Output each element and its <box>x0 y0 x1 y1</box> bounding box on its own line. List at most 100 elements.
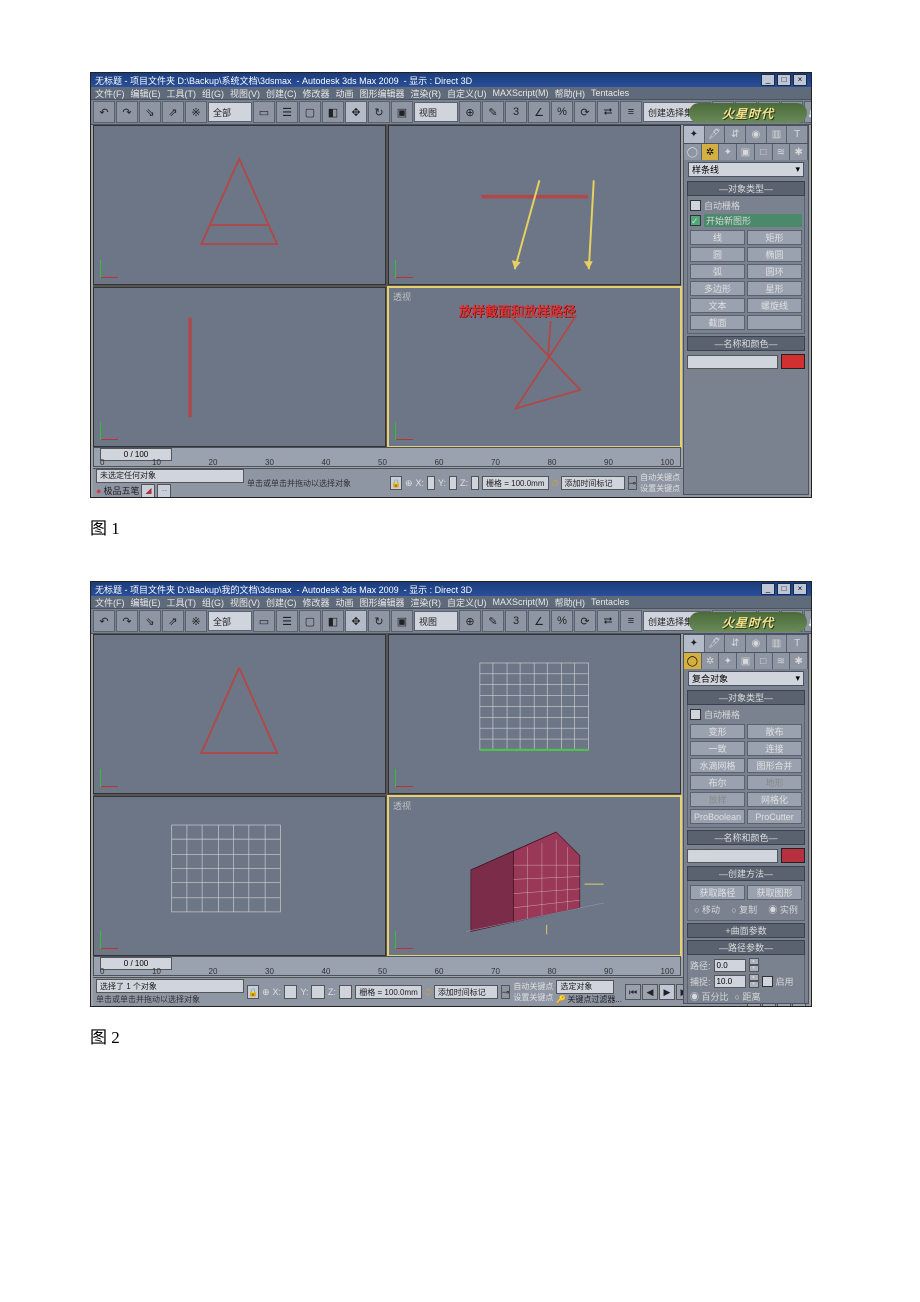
angle-snap-icon[interactable]: ∠ <box>528 610 550 632</box>
text-button[interactable]: 文本 <box>690 298 745 313</box>
maximize-button[interactable]: □ <box>777 74 791 86</box>
lights-icon[interactable]: ✦ <box>719 653 737 669</box>
get-path-button[interactable]: 获取路径 <box>690 885 745 900</box>
set-key-button[interactable]: 设置关键点 <box>513 992 553 1003</box>
section-button[interactable]: 截面 <box>690 315 745 330</box>
connect-button[interactable]: 连接 <box>747 741 802 756</box>
shapes-icon[interactable]: ✲ <box>702 144 720 160</box>
rotate-icon[interactable]: ↻ <box>368 610 390 632</box>
object-name-field[interactable]: Loft01 <box>687 849 778 863</box>
category-dropdown[interactable]: 样条线▾ <box>688 162 804 177</box>
color-swatch[interactable] <box>781 354 805 369</box>
motion-tab-icon[interactable]: ◉ <box>746 635 767 652</box>
select-region-icon[interactable]: ▢ <box>299 101 321 123</box>
lock-icon[interactable]: 🔒 <box>247 985 259 999</box>
rollout-creation-method[interactable]: — 创建方法 — <box>687 866 805 881</box>
shapemerge-button[interactable]: 图形合并 <box>747 758 802 773</box>
percent-snap-icon[interactable]: % <box>551 101 573 123</box>
link-icon[interactable]: ⇘ <box>139 101 161 123</box>
ellipse-button[interactable]: 椭圆 <box>747 247 802 262</box>
pivot-icon[interactable]: ⊕ <box>459 101 481 123</box>
rollout-name-color[interactable]: — 名称和颜色 — <box>687 336 805 351</box>
rollout-path-params[interactable]: — 路径参数 — <box>687 940 805 955</box>
manip-icon[interactable]: ✎ <box>482 101 504 123</box>
unlink-icon[interactable]: ⇗ <box>162 610 184 632</box>
cameras-icon[interactable]: ▣ <box>737 653 755 669</box>
ngon-button[interactable]: 多边形 <box>690 281 745 296</box>
motion-tab-icon[interactable]: ◉ <box>746 126 767 143</box>
donut-button[interactable]: 圆环 <box>747 264 802 279</box>
move-icon[interactable]: ✥ <box>345 101 367 123</box>
angle-snap-icon[interactable]: ∠ <box>528 101 550 123</box>
utility-tab-icon[interactable]: T <box>787 635 808 652</box>
unlink-icon[interactable]: ⇗ <box>162 101 184 123</box>
proboolean-button[interactable]: ProBoolean <box>690 809 745 824</box>
arc-button[interactable]: 弧 <box>690 264 745 279</box>
boolean-button[interactable]: 布尔 <box>690 775 745 790</box>
rotate-icon[interactable]: ↻ <box>368 101 390 123</box>
procutter-button[interactable]: ProCutter <box>747 809 802 824</box>
geometry-icon[interactable]: ◯ <box>684 144 702 160</box>
morph-button[interactable]: 变形 <box>690 724 745 739</box>
select-region-icon[interactable]: ▢ <box>299 610 321 632</box>
percent-snap-icon[interactable]: % <box>551 610 573 632</box>
cameras-icon[interactable]: ▣ <box>737 144 755 160</box>
viewport-perspective[interactable]: 透视 放样截面和放样路径 <box>388 287 681 447</box>
minimize-button[interactable]: _ <box>761 74 775 86</box>
mirror-icon[interactable]: ⮂ <box>597 610 619 632</box>
ref-coord-dropdown[interactable]: 视图 <box>414 611 458 631</box>
snap-icon[interactable]: 3 <box>505 610 527 632</box>
helpers-icon[interactable]: □ <box>755 653 773 669</box>
close-button[interactable]: × <box>793 583 807 595</box>
rollout-object-type[interactable]: — 对象类型 — <box>687 181 805 196</box>
spacewarps-icon[interactable]: ≋ <box>773 144 791 160</box>
auto-key-button[interactable]: 自动关键点 <box>640 472 680 483</box>
get-shape-button[interactable]: 获取图形 <box>747 885 802 900</box>
create-tab-icon[interactable]: ✦ <box>684 126 705 143</box>
viewport-front[interactable] <box>388 634 681 794</box>
undo-icon[interactable]: ↶ <box>93 101 115 123</box>
manip-icon[interactable]: ✎ <box>482 610 504 632</box>
redo-icon[interactable]: ↷ <box>116 610 138 632</box>
coord-y-field[interactable] <box>311 985 324 999</box>
display-tab-icon[interactable]: ▥ <box>767 126 788 143</box>
undo-icon[interactable]: ↶ <box>93 610 115 632</box>
align-icon[interactable]: ≡ <box>620 101 642 123</box>
select-name-icon[interactable]: ☰ <box>276 101 298 123</box>
window-crossing-icon[interactable]: ◧ <box>322 610 344 632</box>
modify-tab-icon[interactable]: 🖊 <box>705 635 726 652</box>
spinner-snap-icon[interactable]: ⟳ <box>574 101 596 123</box>
rollout-object-type[interactable]: — 对象类型 — <box>687 690 805 705</box>
star-button[interactable]: 星形 <box>747 281 802 296</box>
scatter-button[interactable]: 散布 <box>747 724 802 739</box>
close-button[interactable]: × <box>793 74 807 86</box>
set-key-button[interactable]: 设置关键点 <box>640 483 680 494</box>
shapes-icon[interactable]: ✲ <box>702 653 720 669</box>
helix-button[interactable]: 螺旋线 <box>747 298 802 313</box>
ref-coord-dropdown[interactable]: 视图 <box>414 102 458 122</box>
select-name-icon[interactable]: ☰ <box>276 610 298 632</box>
scale-icon[interactable]: ▣ <box>391 610 413 632</box>
menu-bar[interactable]: 文件(F)编辑(E)工具(T)组(G)视图(V)创建(C)修改器动画图形编辑器渲… <box>91 596 811 608</box>
viewport-top[interactable] <box>93 634 386 794</box>
move-icon[interactable]: ✥ <box>345 610 367 632</box>
lights-icon[interactable]: ✦ <box>719 144 737 160</box>
pivot-icon[interactable]: ⊕ <box>459 610 481 632</box>
color-swatch[interactable] <box>781 848 805 863</box>
bind-icon[interactable]: ※ <box>185 610 207 632</box>
create-tab-icon[interactable]: ✦ <box>684 635 705 652</box>
modify-tab-icon[interactable]: 🖊 <box>705 126 726 143</box>
viewport-left[interactable] <box>93 796 386 956</box>
rectangle-button[interactable]: 矩形 <box>747 230 802 245</box>
time-slider[interactable]: 0 / 100 0102030405060708090100 <box>93 956 681 976</box>
minimize-button[interactable]: _ <box>761 583 775 595</box>
rollout-name-color[interactable]: — 名称和颜色 — <box>687 830 805 845</box>
link-icon[interactable]: ⇘ <box>139 610 161 632</box>
menu-bar[interactable]: 文件(F)编辑(E)工具(T)组(G)视图(V)创建(C)修改器动画图形编辑器渲… <box>91 87 811 99</box>
viewport-left[interactable] <box>93 287 386 447</box>
select-icon[interactable]: ▭ <box>253 610 275 632</box>
category-dropdown[interactable]: 复合对象▾ <box>688 671 804 686</box>
auto-key-button[interactable]: 自动关键点 <box>513 981 553 992</box>
object-name-field[interactable] <box>687 355 778 369</box>
loft-button[interactable]: 放样 <box>690 792 745 807</box>
